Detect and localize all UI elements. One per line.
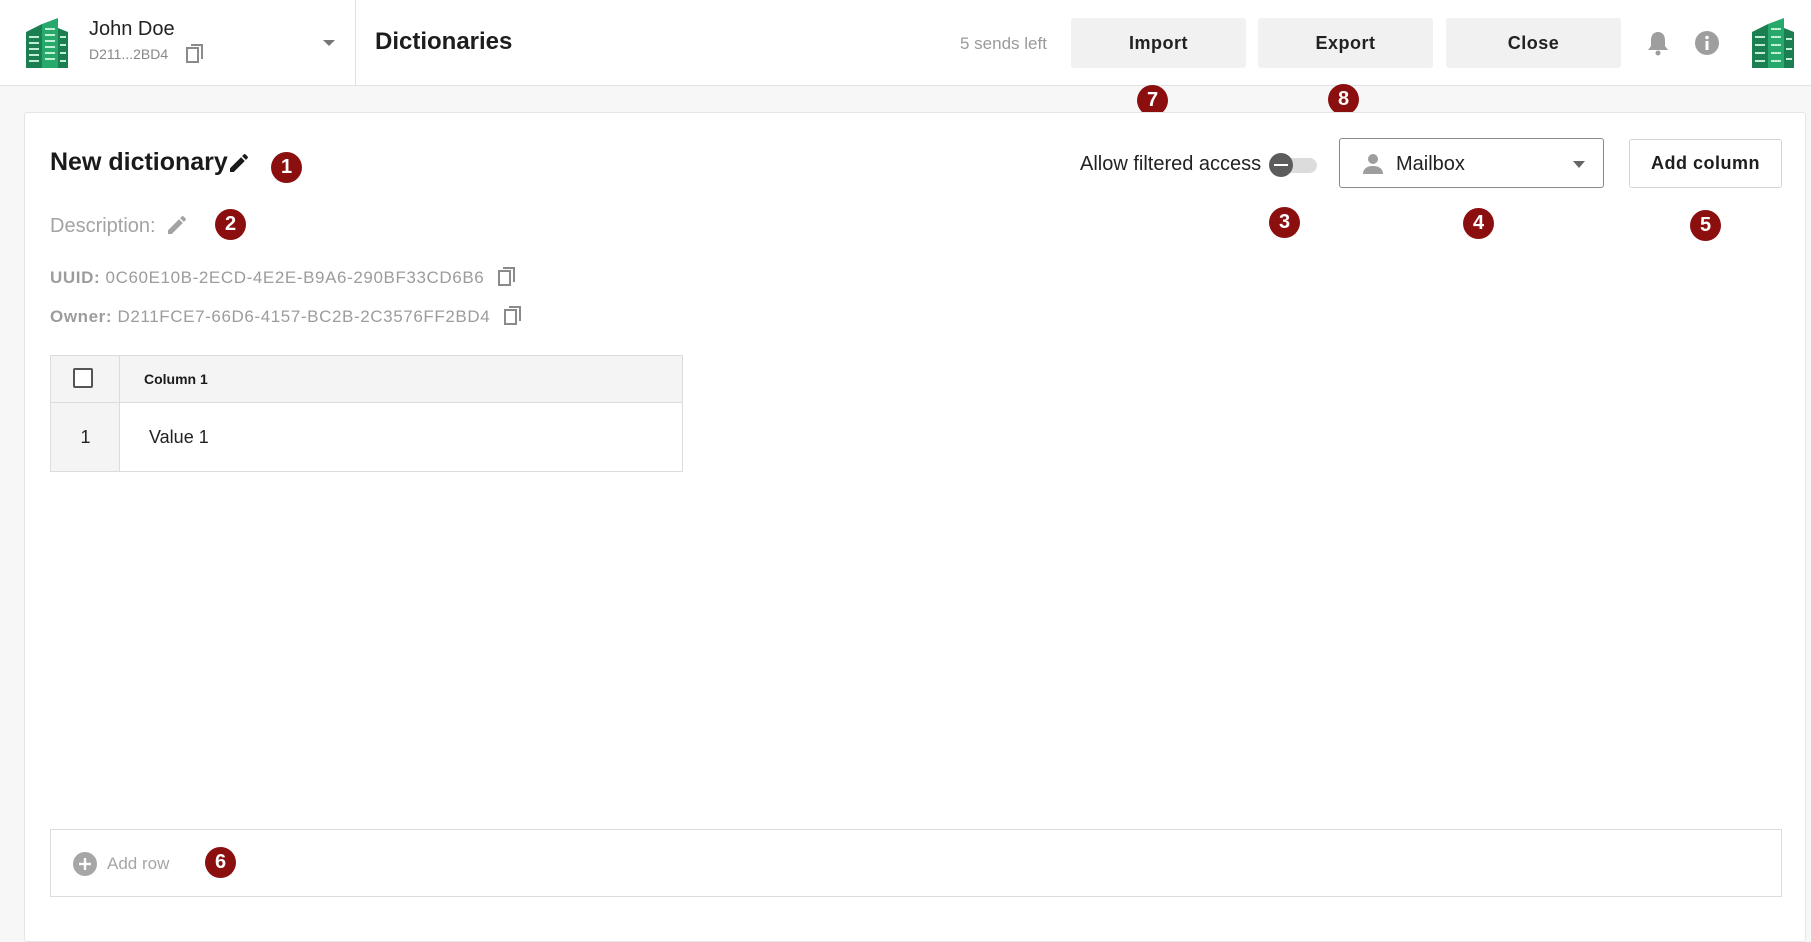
chevron-down-icon[interactable] <box>322 38 336 48</box>
allow-filtered-access-label: Allow filtered access <box>1080 153 1262 175</box>
dictionary-title[interactable]: New dictionary <box>50 148 228 177</box>
select-value: Mailbox <box>1396 153 1465 175</box>
info-icon[interactable] <box>1694 30 1720 56</box>
row-number: 1 <box>80 427 91 447</box>
edit-title-pencil-icon[interactable] <box>227 151 251 175</box>
dictionary-table: Column 1 1 Value 1 <box>50 355 683 472</box>
copy-icon[interactable] <box>186 44 204 64</box>
callout-badge: 4 <box>1463 208 1494 239</box>
table-cell[interactable]: Value 1 <box>120 403 682 471</box>
copy-icon[interactable] <box>497 267 516 287</box>
table-header-row: Column 1 <box>51 356 682 402</box>
close-button[interactable]: Close <box>1446 18 1621 68</box>
chevron-down-icon <box>1573 161 1585 168</box>
building-logo-icon <box>26 18 68 68</box>
edit-description-pencil-icon[interactable] <box>165 213 189 237</box>
column-header[interactable]: Column 1 <box>120 356 682 402</box>
owner-value: D211FCE7-66D6-4157-BC2B-2C3576FF2BD4 <box>117 307 491 326</box>
copy-icon[interactable] <box>503 306 522 326</box>
account-switcher[interactable]: John Doe D211...2BD4 <box>0 0 356 86</box>
bell-icon[interactable] <box>1646 30 1670 56</box>
row-index-cell[interactable]: 1 <box>51 403 120 471</box>
uuid-value: 0C60E10B-2ECD-4E2E-B9A6-290BF33CD6B6 <box>105 268 485 287</box>
callout-badge: 3 <box>1269 207 1300 238</box>
description-label: Description: <box>50 215 156 237</box>
building-logo-icon[interactable] <box>1748 16 1796 70</box>
allow-filtered-access-toggle[interactable] <box>1269 153 1317 177</box>
table-row: 1 Value 1 <box>51 402 682 471</box>
add-column-button[interactable]: Add column <box>1629 139 1782 188</box>
callout-badge: 1 <box>271 152 302 183</box>
app-header: John Doe D211...2BD4 Dictionaries 5 send… <box>0 0 1811 86</box>
column-header-label: Column 1 <box>144 371 208 387</box>
dictionary-editor-card: New dictionary 1 Description: 2 UUID: 0C… <box>24 112 1806 942</box>
person-icon <box>1363 154 1383 174</box>
uuid-line: UUID: 0C60E10B-2ECD-4E2E-B9A6-290BF33CD6… <box>50 267 516 288</box>
toggle-knob <box>1269 153 1293 177</box>
add-row-bar[interactable]: Add row 6 <box>50 829 1782 897</box>
add-row-label[interactable]: Add row <box>107 854 169 874</box>
owner-label: Owner: <box>50 307 113 326</box>
sends-left-counter: 5 sends left <box>960 34 1047 53</box>
export-button[interactable]: Export <box>1258 18 1433 68</box>
callout-badge: 8 <box>1328 84 1359 115</box>
select-all-cell <box>51 356 120 402</box>
page-title: Dictionaries <box>375 28 513 55</box>
account-id: D211...2BD4 <box>89 46 169 62</box>
cell-value: Value 1 <box>149 427 209 447</box>
account-name: John Doe <box>89 18 175 40</box>
plus-circle-icon[interactable] <box>73 852 97 876</box>
callout-badge: 6 <box>205 847 236 878</box>
import-button[interactable]: Import <box>1071 18 1246 68</box>
select-all-checkbox[interactable] <box>73 368 93 388</box>
owner-line: Owner: D211FCE7-66D6-4157-BC2B-2C3576FF2… <box>50 306 522 327</box>
access-type-select[interactable]: Mailbox <box>1339 138 1604 188</box>
uuid-label: UUID: <box>50 268 101 287</box>
callout-badge: 5 <box>1690 210 1721 241</box>
callout-badge: 2 <box>215 209 246 240</box>
